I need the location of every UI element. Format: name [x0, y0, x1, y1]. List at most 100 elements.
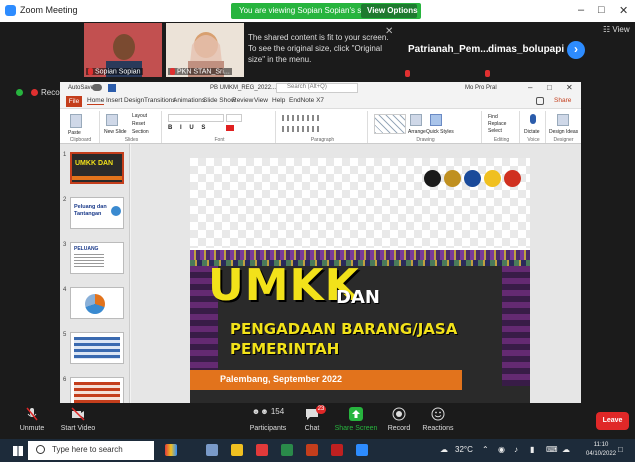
media-player-icon[interactable]: [331, 444, 343, 456]
arrange-button[interactable]: Arrange: [408, 129, 426, 135]
maximize-icon[interactable]: □: [547, 83, 552, 92]
thumbnail-number: 6: [63, 377, 67, 383]
dictate-button[interactable]: Dictate: [524, 129, 540, 135]
slide-thumbnail[interactable]: Peluang dan Tantangan: [70, 197, 124, 229]
language-icon[interactable]: ⌨: [546, 445, 558, 454]
tab-design[interactable]: Design: [124, 97, 144, 104]
onedrive-icon[interactable]: ☁: [562, 445, 570, 454]
taskbar-clock[interactable]: 11:10 04/10/2022: [586, 441, 616, 459]
find-button[interactable]: Find: [488, 114, 498, 120]
slide-thumbnail[interactable]: [70, 287, 124, 319]
start-video-button[interactable]: Start Video: [48, 407, 108, 432]
bold-italic-underline-icon[interactable]: B I U S: [168, 125, 208, 131]
slide-thumbnail[interactable]: [70, 377, 124, 403]
microphone-icon[interactable]: [530, 114, 536, 124]
close-icon[interactable]: ✕: [566, 83, 573, 92]
search-input[interactable]: Search (Alt+Q): [276, 83, 358, 93]
wifi-icon[interactable]: ◉: [498, 445, 505, 454]
weather-widget-icon[interactable]: [165, 444, 177, 456]
thumbnail-number: 2: [63, 197, 67, 203]
search-icon: [36, 445, 45, 454]
slide-thumbnail[interactable]: PELUANG: [70, 242, 124, 274]
font-size-select[interactable]: [226, 114, 242, 122]
paste-icon[interactable]: [70, 114, 82, 128]
volume-icon[interactable]: ♪: [514, 445, 518, 454]
taskbar-search-input[interactable]: Type here to search: [28, 441, 154, 460]
tab-transitions[interactable]: Transitions: [144, 97, 176, 104]
autosave-toggle[interactable]: [92, 84, 102, 91]
notifications-icon[interactable]: □: [618, 445, 623, 454]
battery-icon[interactable]: ▮: [530, 445, 534, 454]
pie-chart-icon: [85, 294, 105, 314]
powerpoint-window: AutoSave PB UMKM_REG_2022... Search (Alt…: [60, 82, 581, 403]
powerpoint-icon[interactable]: [306, 444, 318, 456]
video-tile[interactable]: PKN STAN_Sri...: [165, 22, 245, 78]
lkpp-logo-icon: [464, 170, 481, 187]
view-button[interactable]: ☷ View: [603, 25, 630, 34]
paste-button[interactable]: Paste: [68, 130, 81, 136]
align-icon[interactable]: [282, 126, 322, 132]
design-ideas-icon[interactable]: [557, 114, 569, 126]
tab-endnote[interactable]: EndNote X7: [289, 97, 324, 104]
shield-icon: [16, 89, 23, 96]
layout-button[interactable]: Layout: [132, 113, 147, 119]
tab-help[interactable]: Help: [272, 97, 285, 104]
windows-start-icon[interactable]: [13, 446, 23, 456]
comments-icon[interactable]: [536, 97, 544, 105]
slide-thumbnail[interactable]: [70, 332, 124, 364]
select-button[interactable]: Select: [488, 128, 502, 134]
task-view-icon[interactable]: [206, 444, 218, 456]
participant-name[interactable]: dimas_bolupapi: [488, 44, 564, 55]
reactions-button[interactable]: Reactions: [408, 407, 468, 432]
tab-slide-show[interactable]: Slide Show: [203, 97, 236, 104]
current-slide[interactable]: UMKK DAN PENGADAAN BARANG/JASA PEMERINTA…: [190, 158, 530, 403]
new-slide-button[interactable]: New Slide: [104, 129, 127, 135]
close-icon[interactable]: ✕: [619, 4, 628, 17]
video-tile[interactable]: Sopian Sopian: [83, 22, 163, 78]
thumbnail-number: 5: [63, 332, 67, 338]
section-button[interactable]: Section: [132, 129, 149, 135]
tooltip-close-icon[interactable]: ✕: [385, 26, 393, 37]
tab-file[interactable]: File: [66, 96, 82, 107]
chevron-up-icon[interactable]: ⌃: [482, 445, 489, 454]
minimize-icon[interactable]: –: [528, 83, 532, 92]
chat-badge: 23: [316, 405, 326, 414]
chrome-icon[interactable]: [281, 444, 293, 456]
document-title: PB UMKM_REG_2022...: [210, 85, 277, 91]
file-explorer-icon[interactable]: [231, 444, 243, 456]
video-off-icon: [71, 407, 85, 421]
save-icon[interactable]: [108, 84, 116, 92]
design-ideas-button[interactable]: Design Ideas: [549, 129, 578, 135]
slide-thumbnail[interactable]: UMKK DAN: [70, 152, 124, 184]
share-button[interactable]: Share: [554, 97, 571, 104]
font-name-select[interactable]: [168, 114, 224, 122]
city-date-bar: Palembang, September 2022: [190, 370, 462, 390]
leave-button[interactable]: Leave: [596, 412, 629, 430]
tab-view[interactable]: View: [254, 97, 268, 104]
shapes-icon[interactable]: [374, 114, 406, 134]
quick-styles-button[interactable]: Quick Styles: [426, 129, 454, 135]
tab-review[interactable]: Review: [232, 97, 253, 104]
new-slide-icon[interactable]: [106, 114, 118, 126]
participant-name[interactable]: Patrianah_Pem...: [408, 44, 489, 55]
font-color-icon[interactable]: [226, 125, 234, 131]
tab-insert[interactable]: Insert: [106, 97, 122, 104]
autosave-label[interactable]: AutoSave: [68, 85, 94, 91]
thumbnail-lines: [74, 254, 104, 268]
quick-styles-icon[interactable]: [430, 114, 442, 126]
chevron-right-icon[interactable]: ›: [567, 41, 585, 59]
reset-button[interactable]: Reset: [132, 121, 145, 127]
app-icon[interactable]: [256, 444, 268, 456]
replace-button[interactable]: Replace: [488, 121, 506, 127]
tab-home[interactable]: Home: [87, 97, 105, 105]
minimize-icon[interactable]: –: [578, 4, 584, 16]
zoom-taskbar-icon[interactable]: [356, 444, 368, 456]
view-options-button[interactable]: View Options ⌄: [361, 4, 426, 18]
maximize-icon[interactable]: □: [598, 4, 605, 16]
ministry-logo-icon: [444, 170, 461, 187]
share-banner-text: You are viewing Sopian Sopian's screen: [239, 6, 382, 15]
info-icon: [111, 206, 121, 216]
tab-animations[interactable]: Animations: [173, 97, 205, 104]
arrange-icon[interactable]: [410, 114, 422, 126]
list-icon[interactable]: [282, 115, 322, 121]
